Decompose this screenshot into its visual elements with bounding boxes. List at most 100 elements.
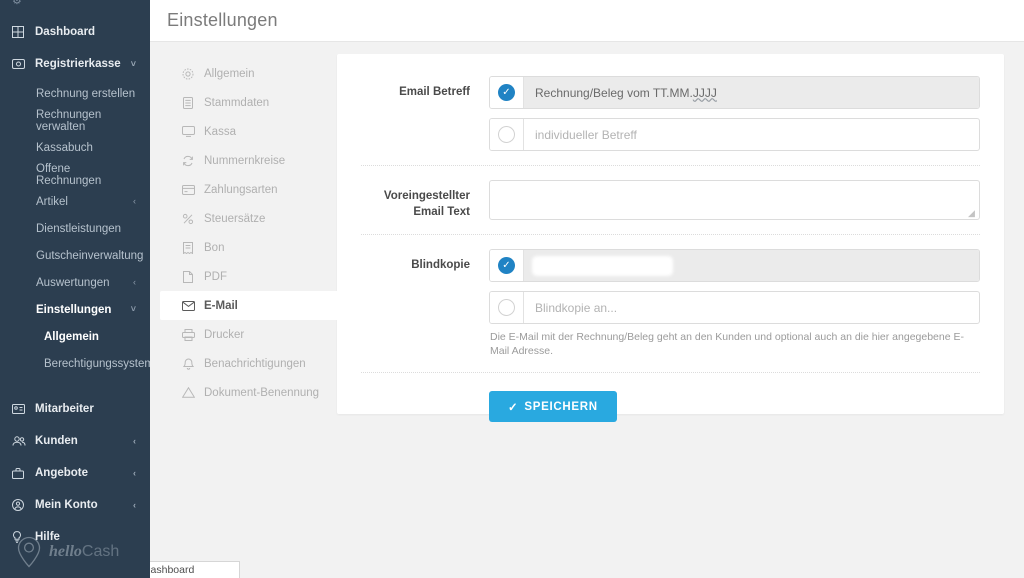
- bcc-new-input[interactable]: Blindkopie an...: [524, 292, 979, 323]
- sidebar-item-artikel[interactable]: Artikel ‹: [0, 188, 150, 215]
- sidebar-item-label: Rechnungen verwalten: [36, 108, 102, 133]
- email-subject-custom-radio[interactable]: [490, 119, 524, 150]
- location-pin-logo-icon: [14, 536, 44, 568]
- subnav-item-zahlungsarten[interactable]: Zahlungsarten: [160, 175, 337, 204]
- check-icon: ✓: [508, 401, 519, 414]
- form-row-email-subject: Email Betreff ✓ Rechnung/Beleg vom TT.MM…: [361, 76, 980, 166]
- subnav-item-steuersaetze[interactable]: Steuersätze: [160, 204, 337, 233]
- subnav-item-benachrichtigungen[interactable]: Benachrichtigungen: [160, 349, 337, 378]
- sidebar-item-angebote[interactable]: Angebote ‹: [0, 457, 150, 489]
- email-subject-default-input[interactable]: Rechnung/Beleg vom TT.MM. JJJJ: [524, 77, 979, 108]
- sidebar-item-allgemein[interactable]: Allgemein: [0, 323, 150, 350]
- email-text-label: Voreingestellter Email Text: [361, 180, 489, 220]
- email-subject-custom-input[interactable]: individueller Betreff: [524, 119, 979, 150]
- sidebar-item-berechtigungssystem[interactable]: Berechtigungssystem: [0, 350, 150, 377]
- sidebar-item-label: Mein Konto: [35, 499, 98, 511]
- empty-circle-icon: [498, 299, 515, 317]
- settings-subnav: Allgemein Stammdaten Kassa Nummernkreise…: [160, 54, 345, 578]
- subnav-item-pdf[interactable]: PDF: [160, 262, 337, 291]
- chevron-down-icon[interactable]: ˅: [131, 59, 136, 69]
- save-button[interactable]: ✓ SPEICHERN: [489, 391, 617, 423]
- sidebar-item-kassabuch[interactable]: Kassabuch: [0, 134, 150, 161]
- sidebar-item-label: Angebote: [35, 467, 89, 479]
- email-text-textarea[interactable]: ◢: [489, 180, 980, 220]
- sidebar-item-kunden[interactable]: Kunden ‹: [0, 425, 150, 457]
- bell-icon: [180, 357, 196, 370]
- sidebar-item-label: Mitarbeiter: [35, 403, 94, 415]
- email-subject-label: Email Betreff: [399, 86, 470, 98]
- email-text-controls: ◢: [489, 180, 980, 220]
- cash-register-icon: [12, 59, 28, 69]
- chevron-left-icon[interactable]: ‹: [133, 278, 136, 287]
- warning-triangle-icon: [180, 387, 196, 398]
- sidebar-item-label: Registrierkasse: [35, 58, 121, 70]
- percent-icon: [180, 213, 196, 225]
- chevron-left-icon[interactable]: ‹: [133, 468, 136, 478]
- sidebar-item-mein-konto[interactable]: Mein Konto ‹: [0, 489, 150, 521]
- id-card-icon: [12, 404, 28, 414]
- email-text-label-line2: Email Text: [413, 205, 470, 218]
- refresh-icon: [180, 155, 196, 167]
- subnav-item-drucker[interactable]: Drucker: [160, 320, 337, 349]
- bcc-saved-group[interactable]: ✓: [489, 249, 980, 283]
- chevron-left-icon[interactable]: ‹: [133, 436, 136, 446]
- email-subject-default-radio[interactable]: ✓: [490, 77, 524, 108]
- subnav-item-label: Steuersätze: [204, 212, 266, 225]
- sidebar-item-label: Kunden: [35, 435, 78, 447]
- resize-grip-icon[interactable]: ◢: [968, 209, 977, 218]
- briefcase-icon: [12, 467, 28, 479]
- subnav-item-bon[interactable]: Bon: [160, 233, 337, 262]
- bcc-saved-radio[interactable]: ✓: [490, 250, 524, 282]
- chevron-left-icon[interactable]: ‹: [133, 197, 136, 206]
- sidebar-item-label: Kassabuch: [36, 141, 93, 154]
- sidebar-item-dienstleistungen[interactable]: Dienstleistungen: [0, 215, 150, 242]
- subnav-item-dokument-benennung[interactable]: Dokument-Benennung: [160, 378, 337, 407]
- sidebar-item-label: Allgemein: [44, 330, 99, 343]
- save-bar: ✓ SPEICHERN: [361, 387, 980, 423]
- sidebar-item-label: Einstellungen: [36, 303, 112, 316]
- gear-icon: [180, 68, 196, 80]
- sidebar-item-label: Artikel: [36, 195, 68, 208]
- subnav-item-label: Drucker: [204, 328, 245, 341]
- bcc-saved-input[interactable]: [524, 250, 979, 282]
- sidebar-item-registrierkasse[interactable]: Registrierkasse ˅: [0, 48, 150, 80]
- subnav-item-kassa[interactable]: Kassa: [160, 117, 337, 146]
- hellocash-logo: helloCash: [0, 536, 150, 568]
- subnav-item-label: Dokument-Benennung: [204, 386, 320, 399]
- sidebar-item-auswertungen[interactable]: Auswertungen ‹: [0, 269, 150, 296]
- envelope-icon: [180, 300, 196, 311]
- sidebar-item-label: Berechtigungssystem: [44, 357, 150, 370]
- sidebar-item-mitarbeiter[interactable]: Mitarbeiter: [0, 393, 150, 425]
- subnav-item-stammdaten[interactable]: Stammdaten: [160, 88, 337, 117]
- subnav-item-nummernkreise[interactable]: Nummernkreise: [160, 146, 337, 175]
- form-row-email-text: Voreingestellter Email Text ◢: [361, 180, 980, 236]
- subnav-item-label: Bon: [204, 241, 225, 254]
- logo-cash-text: Cash: [81, 543, 120, 560]
- sidebar-item-rechnungen-verwalten[interactable]: Rechnungen verwalten: [0, 107, 150, 134]
- subnav-item-label: Kassa: [204, 125, 236, 138]
- chevron-down-icon[interactable]: ˅: [131, 305, 136, 314]
- sidebar-item-offene-rechnungen[interactable]: Offene Rechnungen: [0, 161, 150, 188]
- partial-cutoff-icon: ⚙: [12, 0, 23, 7]
- subnav-item-label: Stammdaten: [204, 96, 270, 109]
- email-subject-custom-group[interactable]: individueller Betreff: [489, 118, 980, 151]
- subnav-item-allgemein[interactable]: Allgemein: [160, 59, 337, 88]
- credit-card-icon: [180, 184, 196, 195]
- chevron-left-icon[interactable]: ‹: [133, 500, 136, 510]
- sidebar-item-label: Auswertungen: [36, 276, 110, 289]
- sidebar-item-einstellungen[interactable]: Einstellungen ˅: [0, 296, 150, 323]
- subnav-item-email[interactable]: E-Mail: [160, 291, 345, 320]
- email-subject-default-group[interactable]: ✓ Rechnung/Beleg vom TT.MM. JJJJ: [489, 76, 980, 109]
- email-text-label-line1: Voreingestellter: [383, 190, 470, 202]
- check-circle-icon: ✓: [498, 257, 515, 275]
- status-bar-url: https://bookgoodlook.at/intern/dashboard: [150, 564, 195, 576]
- subnav-item-label: E-Mail: [204, 299, 238, 312]
- sidebar-item-dashboard[interactable]: Dashboard: [0, 16, 150, 48]
- email-subject-default-value: Rechnung/Beleg vom TT.MM.: [535, 85, 693, 100]
- bcc-new-radio[interactable]: [490, 292, 524, 324]
- sidebar-item-gutscheinverwaltung[interactable]: Gutscheinverwaltung: [0, 242, 150, 269]
- redacted-email-value: [535, 258, 670, 273]
- bcc-new-group[interactable]: Blindkopie an...: [489, 291, 980, 325]
- sidebar-item-rechnung-erstellen[interactable]: Rechnung erstellen: [0, 80, 150, 107]
